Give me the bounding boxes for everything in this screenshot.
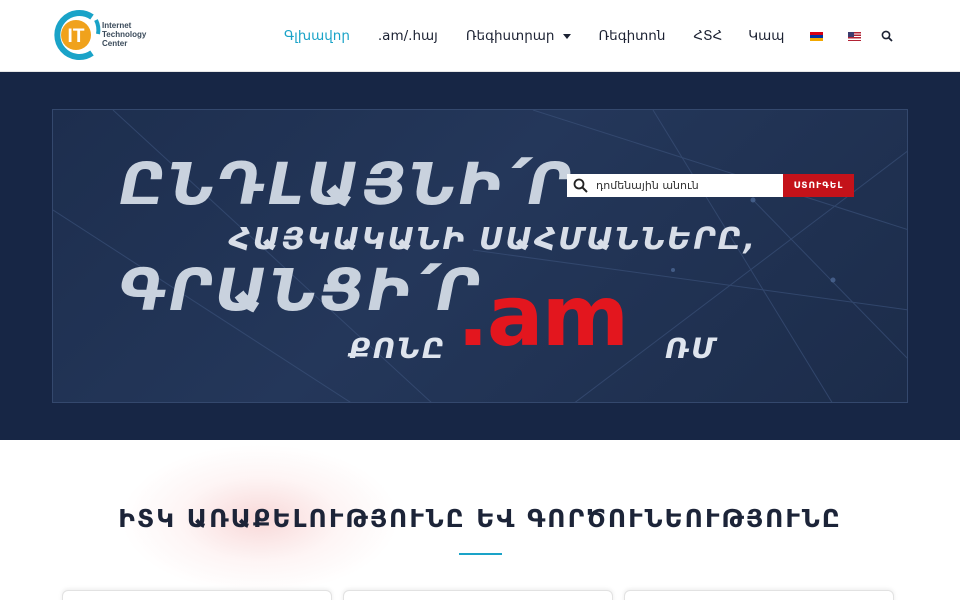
title-underline: [459, 553, 502, 555]
logo-mark-icon: IT: [54, 10, 101, 60]
search-icon: [573, 178, 588, 193]
domain-search-input[interactable]: [596, 175, 776, 196]
logo-line-3: Center: [102, 39, 128, 48]
feature-card[interactable]: [343, 590, 613, 600]
nav-item-regiton[interactable]: Ռեգիտոն: [598, 28, 665, 44]
about-section: ԻՏԿ ԱՌԱՔԵԼՈՒԹՅՈՒՆԸ ԵՎ ԳՈՐԾՈՒՆԵՈՒԹՅՈՒՆԸ: [0, 440, 960, 600]
logo-line-1: Internet: [102, 21, 132, 30]
logo-text: Internet Technology Center: [102, 21, 146, 48]
language-hy[interactable]: [810, 31, 824, 41]
main-nav: Գլխավոր .am/.հայ Ռեգիստրար Ռեգիտոն ՀՏՀ Կ…: [280, 22, 894, 50]
logo-line-2: Technology: [102, 30, 147, 39]
feature-card[interactable]: [624, 590, 894, 600]
hero-line-4b: ՌՄ: [665, 332, 718, 365]
domain-check-button[interactable]: ՍՏՈՒԳԵԼ: [783, 174, 854, 197]
nav-item-am-domain[interactable]: .am/.հայ: [378, 28, 438, 44]
nav-item-registrar-label: Ռեգիստրար: [465, 28, 555, 44]
site-logo[interactable]: IT Internet Technology Center: [52, 8, 162, 64]
domain-search-form: ՍՏՈՒԳԵԼ: [567, 174, 854, 197]
hero-line-2: ՀԱՅԿԱԿԱՆԻ ՍԱՀՄԱՆՆԵՐԸ,: [229, 222, 757, 257]
hero-line-3: ԳՐԱՆՑԻ՛Ր: [119, 256, 482, 324]
us-flag-icon: [848, 31, 862, 41]
feature-card[interactable]: [62, 590, 332, 600]
hero-panel: ԸՆԴԼԱՅՆԻ՛Ր ՀԱՅԿԱԿԱՆԻ ՍԱՀՄԱՆՆԵՐԸ, ԳՐԱՆՑԻ՛…: [52, 109, 908, 403]
language-en[interactable]: [848, 31, 862, 41]
site-header: IT Internet Technology Center Գլխավոր .a…: [0, 0, 960, 72]
domain-search-box: [567, 174, 783, 197]
hero-domain-am: .am: [457, 267, 629, 365]
nav-item-faq[interactable]: ՀՏՀ: [693, 28, 722, 44]
chevron-down-icon: [563, 33, 572, 39]
logo-mark-text: IT: [68, 26, 85, 47]
nav-item-registrar[interactable]: Ռեգիստրար: [466, 28, 572, 44]
armenian-flag-icon: [810, 31, 824, 41]
nav-item-contact[interactable]: Կապ: [748, 28, 784, 44]
hero-line-1: ԸՆԴԼԱՅՆԻ՛Ր: [119, 150, 574, 218]
section-title: ԻՏԿ ԱՌԱՔԵԼՈՒԹՅՈՒՆԸ ԵՎ ԳՈՐԾՈՒՆԵՈՒԹՅՈՒՆԸ: [118, 504, 842, 533]
header-search-button[interactable]: [881, 30, 894, 42]
nav-item-home[interactable]: Գլխավոր: [284, 28, 350, 44]
search-icon: [882, 30, 894, 42]
hero-banner: ԸՆԴԼԱՅՆԻ՛Ր ՀԱՅԿԱԿԱՆԻ ՍԱՀՄԱՆՆԵՐԸ, ԳՐԱՆՑԻ՛…: [0, 72, 960, 440]
hero-line-4a: ՔՈՆԸ: [349, 332, 447, 365]
